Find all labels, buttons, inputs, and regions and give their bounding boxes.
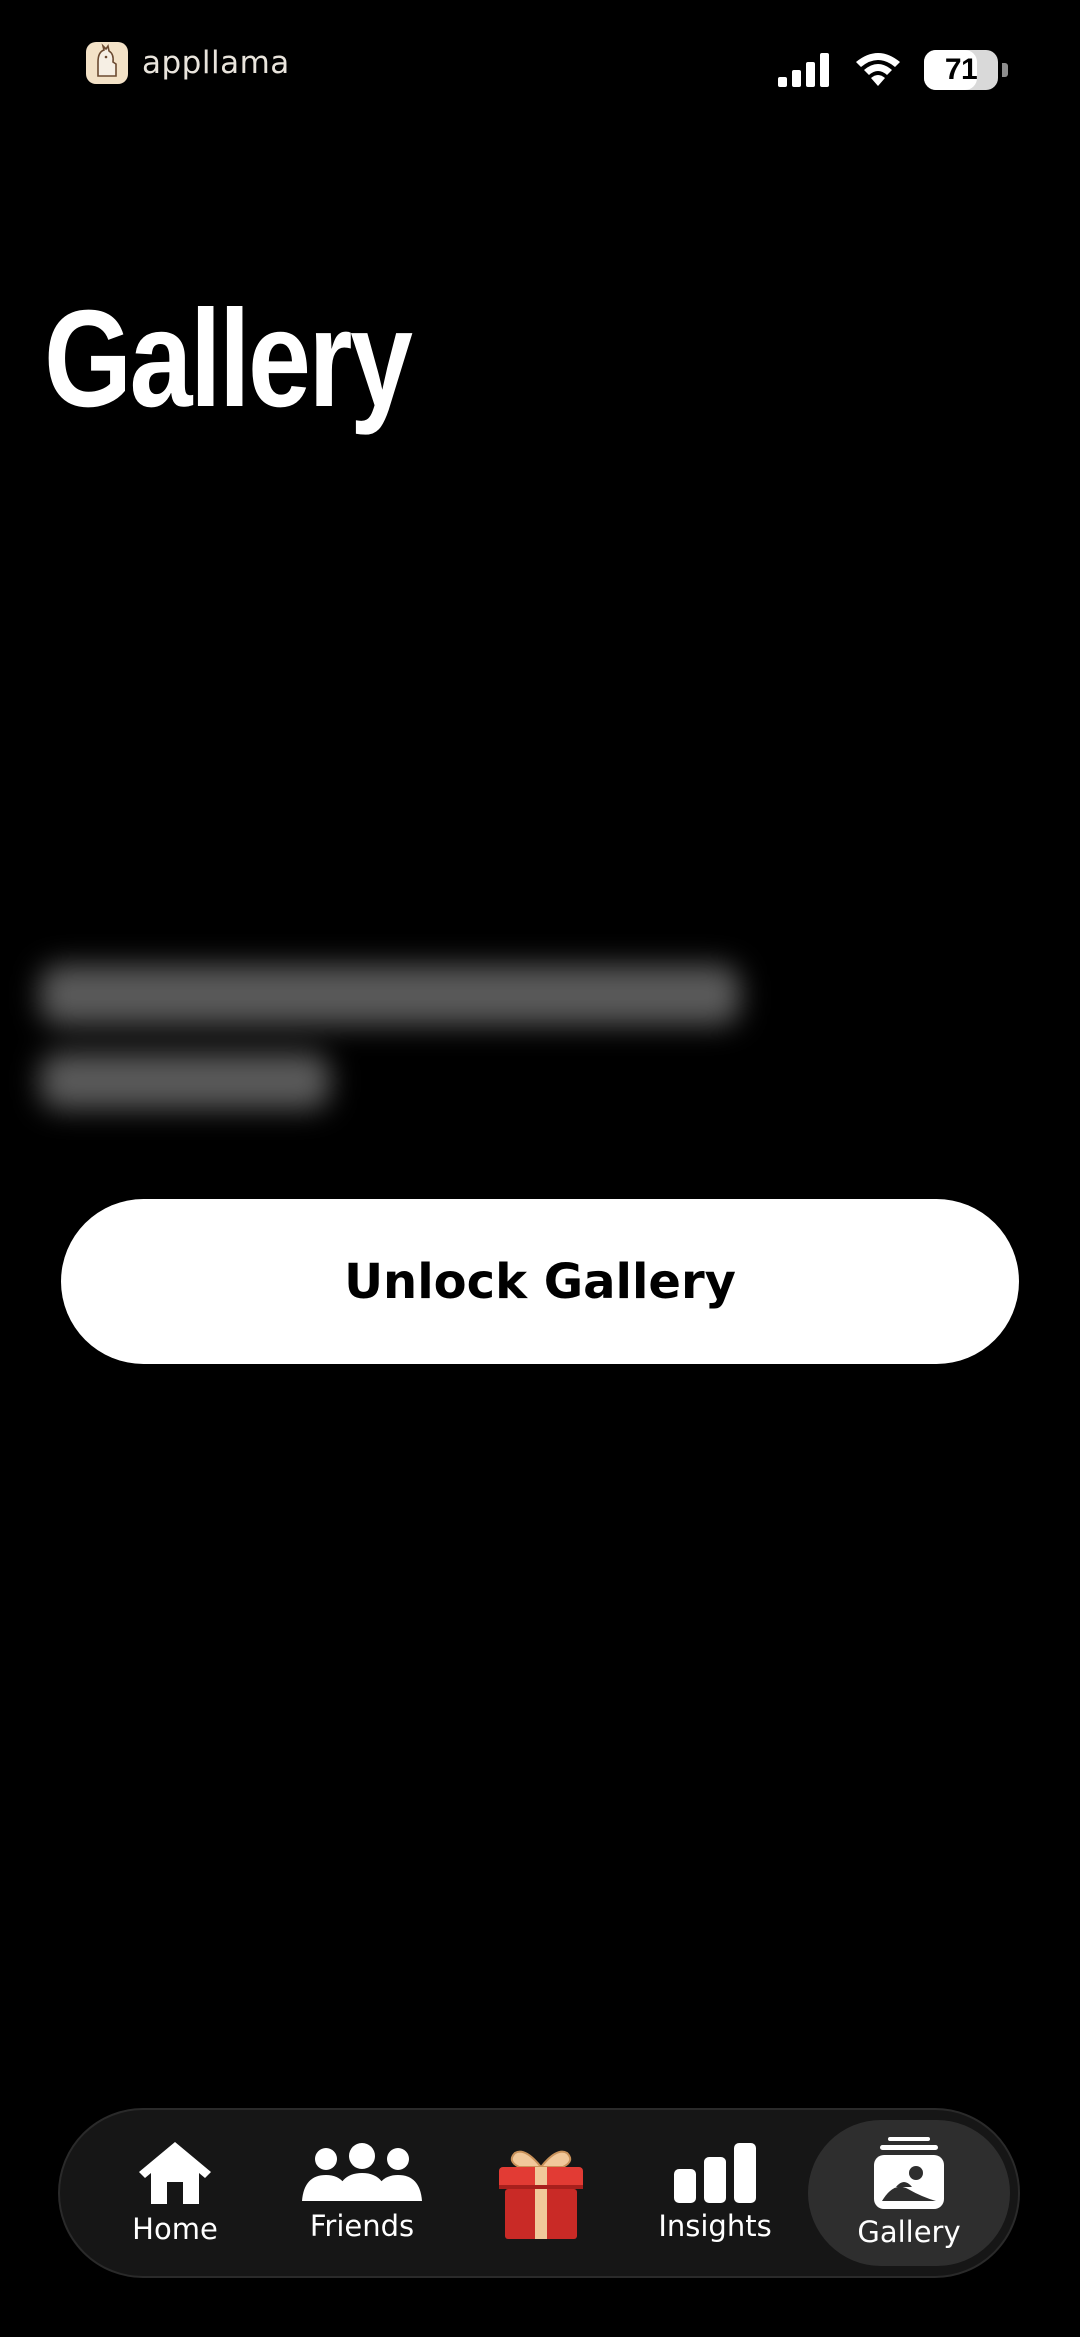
page-title: Gallery [44, 282, 413, 436]
tab-gift[interactable] [470, 2120, 612, 2266]
gift-icon [499, 2150, 583, 2239]
battery-cap [1002, 63, 1008, 77]
home-icon [139, 2142, 211, 2204]
tab-label-friends: Friends [309, 2209, 415, 2243]
friends-icon [302, 2143, 422, 2201]
wifi-icon [856, 53, 900, 86]
unlock-gallery-button[interactable]: Unlock Gallery [61, 1199, 1019, 1364]
tab-bar: Home Friends Insights Gallery [58, 2108, 1020, 2278]
insights-bar-chart-icon [674, 2143, 756, 2203]
llama-logo-icon [86, 42, 128, 84]
tab-home[interactable]: Home [104, 2120, 246, 2266]
tab-gallery[interactable]: Gallery [808, 2120, 1010, 2266]
tab-friends[interactable]: Friends [282, 2120, 442, 2266]
tab-label-gallery: Gallery [857, 2215, 961, 2249]
tab-label-home: Home [132, 2212, 218, 2246]
tab-label-insights: Insights [658, 2209, 772, 2243]
status-indicators: 71 [778, 50, 1008, 90]
tab-insights[interactable]: Insights [640, 2120, 790, 2266]
cellular-signal-icon [778, 53, 829, 87]
app-name: appllama [142, 45, 290, 81]
blurred-locked-content [40, 965, 760, 1109]
app-badge[interactable]: appllama [86, 42, 290, 84]
battery-indicator: 71 [924, 50, 998, 90]
status-bar: appllama 71 [0, 0, 1080, 140]
battery-level: 71 [944, 53, 978, 86]
gallery-icon [874, 2137, 944, 2209]
